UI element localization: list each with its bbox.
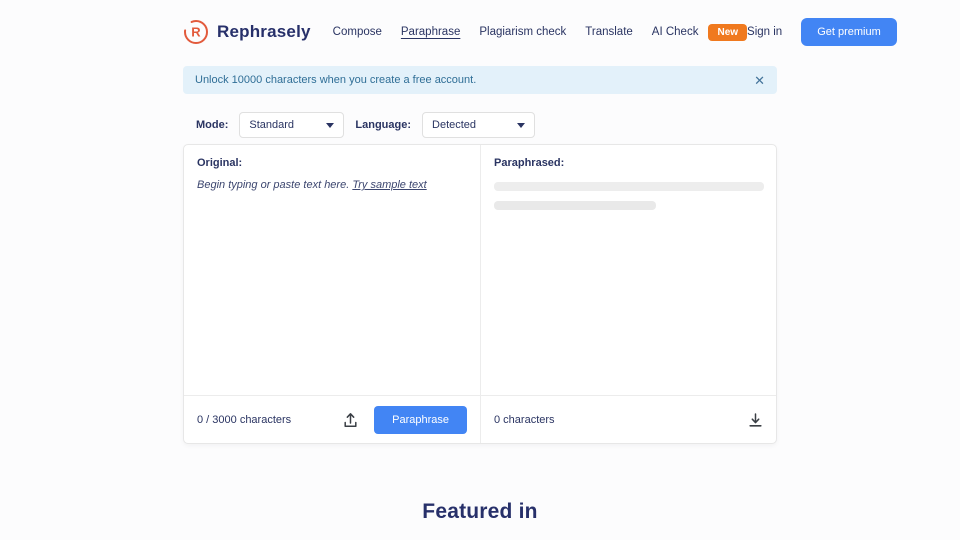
upload-button[interactable] [343,412,358,428]
paraphrased-label: Paraphrased: [494,157,565,169]
original-footer: 0 / 3000 characters Paraphrase [184,396,480,443]
original-char-count: 0 / 3000 characters [197,413,292,426]
settings-toolbar: Mode: Standard Language: Detected [183,112,777,138]
new-badge[interactable]: New [708,23,748,41]
nav-paraphrase[interactable]: Paraphrase [401,26,460,38]
language-select[interactable]: Detected [422,112,536,138]
mode-label: Mode: [196,119,229,131]
mode-select[interactable]: Standard [239,112,345,138]
language-label: Language: [355,119,412,131]
mode-value: Standard [249,119,295,131]
sign-in-link[interactable]: Sign in [747,26,782,38]
language-value: Detected [432,119,477,131]
logo[interactable]: R Rephrasely [183,19,311,45]
rephrasely-logo-icon: R [184,20,208,44]
get-premium-button[interactable]: Get premium [801,18,897,46]
paraphrase-button[interactable]: Paraphrase [374,405,467,434]
logo-text: Rephrasely [217,22,311,41]
try-sample-text-link[interactable]: Try sample text [352,179,426,191]
paraphrased-footer: 0 characters [480,396,776,443]
main-nav: Compose Paraphrase Plagiarism check Tran… [333,23,748,41]
signup-banner: Unlock 10000 characters when you create … [183,66,777,94]
featured-in-title: Featured in [422,500,538,523]
chevron-down-icon [326,122,335,128]
skeleton-line [494,201,656,210]
svg-text:R: R [191,25,201,40]
original-text-area[interactable]: Original: Begin typing or paste text her… [184,145,480,395]
original-label: Original: [197,157,243,169]
editor-card: Original: Begin typing or paste text her… [183,144,777,444]
download-button[interactable] [748,412,763,428]
paraphrased-char-count: 0 characters [494,413,555,426]
nav-translate[interactable]: Translate [585,26,633,38]
nav-plagiarism-check[interactable]: Plagiarism check [479,26,566,38]
banner-text: Unlock 10000 characters when you create … [195,74,477,86]
nav-compose[interactable]: Compose [333,26,382,38]
original-placeholder: Begin typing or paste text here. Try sam… [197,179,427,191]
download-icon [749,412,762,427]
upload-icon [344,412,357,427]
paraphrased-output-area: Paraphrased: [480,145,776,395]
nav-ai-check[interactable]: AI Check [652,26,699,38]
close-icon[interactable]: ✕ [754,74,765,87]
editor-footer: 0 / 3000 characters Paraphrase 0 charact… [184,395,776,443]
skeleton-line [494,182,764,191]
header: R Rephrasely Compose Paraphrase Plagiari… [183,0,897,64]
chevron-down-icon [517,122,526,128]
